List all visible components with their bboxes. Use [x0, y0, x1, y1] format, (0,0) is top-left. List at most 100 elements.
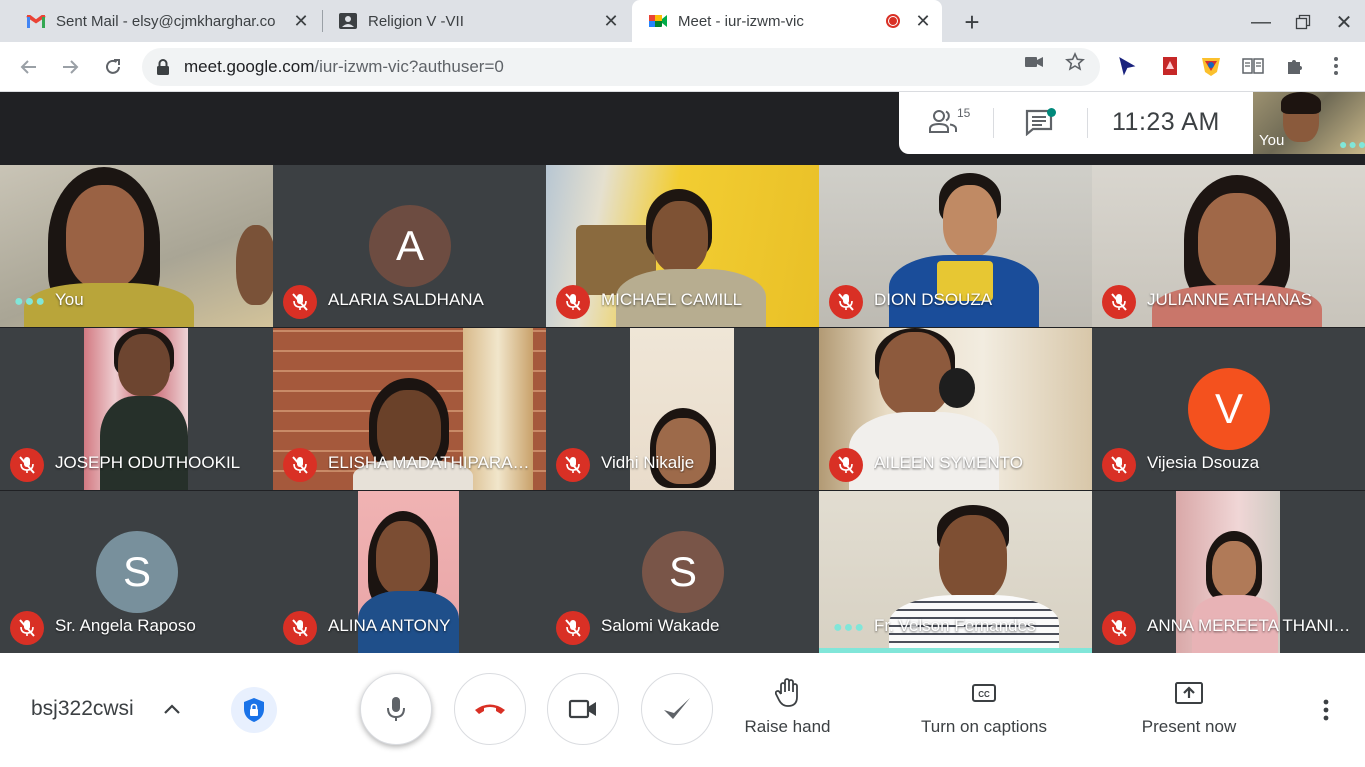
participant-name: ANNA MEREETA THANIKKAL	[1147, 616, 1359, 635]
participant-name: ALINA ANTONY	[328, 616, 451, 635]
chat-button[interactable]	[1025, 108, 1059, 138]
url-path: /iur-izwm-vic?authuser=0	[314, 57, 504, 76]
close-tab-icon[interactable]: ✕	[290, 10, 312, 32]
close-window-icon[interactable]: ✕	[1330, 8, 1358, 36]
participant-tile[interactable]: JOSEPH ODUTHOOKIL	[0, 328, 273, 490]
participant-tile[interactable]: ANNA MEREETA THANIKKAL	[1092, 491, 1365, 653]
participant-tile-active-speaker[interactable]: ●●● Fr. Velson Fernandes	[819, 491, 1092, 653]
captions-label: Turn on captions	[921, 717, 1047, 736]
divider	[1087, 108, 1088, 138]
reader-extension-icon[interactable]	[1242, 55, 1264, 77]
person-face	[376, 521, 430, 595]
meet-stage: 15 11:23 AM You ●●● ●●● You A ALARIA SAL…	[0, 92, 1365, 653]
participant-name: Salomi Wakade	[601, 616, 720, 635]
present-now-button[interactable]: Present now	[1136, 677, 1242, 743]
tab-gmail[interactable]: Sent Mail - elsy@cjmkharghar.co ✕	[10, 0, 320, 42]
captions-button[interactable]: CC Turn on captions	[912, 677, 1056, 743]
self-preview-label: You	[1259, 132, 1285, 149]
camera-button[interactable]	[547, 673, 619, 745]
people-icon	[929, 110, 957, 133]
shield-extension-icon[interactable]	[1200, 55, 1222, 77]
person-face	[652, 201, 708, 273]
host-controls-shield-icon[interactable]	[231, 687, 277, 733]
checkmark-icon	[664, 698, 690, 719]
participant-name: JULIANNE ATHANAS	[1147, 290, 1313, 309]
divider	[993, 108, 994, 138]
participants-button[interactable]: 15	[929, 106, 971, 140]
browser-menu-icon[interactable]	[1325, 55, 1347, 77]
participant-tile[interactable]: AILEEN SYMENTO	[819, 328, 1092, 490]
participant-tile[interactable]: Vidhi Nikalje	[546, 328, 819, 490]
audio-activity-icon: ●●●	[1339, 136, 1365, 152]
participant-tile[interactable]: ELISHA MADATHIPARAMBIL	[273, 328, 546, 490]
cursor-extension-icon[interactable]	[1116, 55, 1138, 77]
person-face	[939, 515, 1007, 601]
participant-tile[interactable]: S Salomi Wakade	[546, 491, 819, 653]
raise-hand-button[interactable]: Raise hand	[740, 677, 835, 743]
person-face	[118, 334, 170, 396]
participant-tile[interactable]: MICHAEL CAMILL	[546, 165, 819, 327]
attendance-extension-button[interactable]	[641, 673, 713, 745]
url-host: meet.google.com	[184, 57, 315, 76]
participant-tile[interactable]: ●●● You	[0, 165, 273, 327]
leave-call-button[interactable]	[454, 673, 526, 745]
reload-icon[interactable]	[98, 52, 128, 82]
close-tab-icon[interactable]: ✕	[912, 10, 934, 32]
participant-count: 15	[957, 106, 971, 120]
participant-tile[interactable]: DION DSOUZA	[819, 165, 1092, 327]
participant-tile[interactable]: ALINA ANTONY	[273, 491, 546, 653]
close-tab-icon[interactable]: ✕	[600, 10, 622, 32]
minimize-icon[interactable]: —	[1247, 8, 1275, 36]
muted-mic-icon	[829, 285, 863, 319]
tab-meet[interactable]: Meet - iur-izwm-vic ✕	[632, 0, 942, 42]
microphone-button[interactable]	[360, 673, 432, 745]
more-options-icon[interactable]	[1314, 695, 1338, 725]
muted-mic-icon	[283, 285, 317, 319]
camera-in-use-icon[interactable]	[1023, 51, 1045, 73]
new-tab-button[interactable]: +	[958, 7, 986, 37]
chevron-up-icon[interactable]	[160, 697, 184, 721]
muted-mic-icon	[1102, 448, 1136, 482]
muted-mic-icon	[10, 448, 44, 482]
maximize-icon[interactable]	[1289, 8, 1317, 36]
person-body	[100, 396, 188, 490]
person-face	[66, 185, 144, 289]
participant-tile[interactable]: V Vijesia Dsouza	[1092, 328, 1365, 490]
hang-up-icon	[475, 704, 505, 714]
tab-title: Meet - iur-izwm-vic	[678, 12, 804, 30]
present-screen-icon	[1174, 677, 1204, 709]
self-preview-hair	[1281, 92, 1321, 114]
audio-activity-icon: ●●●	[14, 293, 46, 310]
meeting-controls-bar: bsj322cwsi Raise hand CC Turn on caption…	[0, 653, 1365, 767]
muted-mic-icon	[829, 448, 863, 482]
hand-icon	[773, 677, 803, 709]
participant-avatar: S	[96, 531, 178, 613]
participant-name: MICHAEL CAMILL	[601, 290, 743, 309]
self-preview-tile[interactable]: You ●●●	[1253, 92, 1365, 154]
participant-name: Fr. Velson Fernandes	[874, 616, 1036, 635]
person-face	[656, 418, 710, 484]
muted-mic-icon	[283, 611, 317, 645]
participant-tile[interactable]: JULIANNE ATHANAS	[1092, 165, 1365, 327]
participant-tile[interactable]: S Sr. Angela Raposo	[0, 491, 273, 653]
person-face	[943, 185, 997, 257]
tab-title: Religion V -VII	[368, 12, 464, 30]
recording-icon	[886, 14, 900, 28]
participant-name: ALARIA SALDHANA	[328, 290, 484, 309]
person-face	[1198, 193, 1276, 289]
address-bar[interactable]: meet.google.com/iur-izwm-vic?authuser=0	[142, 48, 1100, 86]
extensions-puzzle-icon[interactable]	[1284, 55, 1306, 77]
pdf-extension-icon[interactable]	[1159, 55, 1181, 77]
headphones	[939, 368, 975, 408]
meeting-code: bsj322cwsi	[31, 697, 134, 720]
back-arrow-icon[interactable]	[14, 52, 44, 82]
person-face	[879, 332, 951, 416]
participant-tile[interactable]: A ALARIA SALDHANA	[273, 165, 546, 327]
forward-arrow-icon[interactable]	[55, 52, 85, 82]
lock-icon[interactable]	[154, 58, 172, 76]
microphone-icon	[387, 697, 405, 721]
tab-classroom[interactable]: Religion V -VII ✕	[322, 0, 630, 42]
raise-hand-label: Raise hand	[744, 717, 831, 736]
bookmark-star-icon[interactable]	[1064, 51, 1086, 73]
chat-notification-dot	[1047, 108, 1056, 117]
